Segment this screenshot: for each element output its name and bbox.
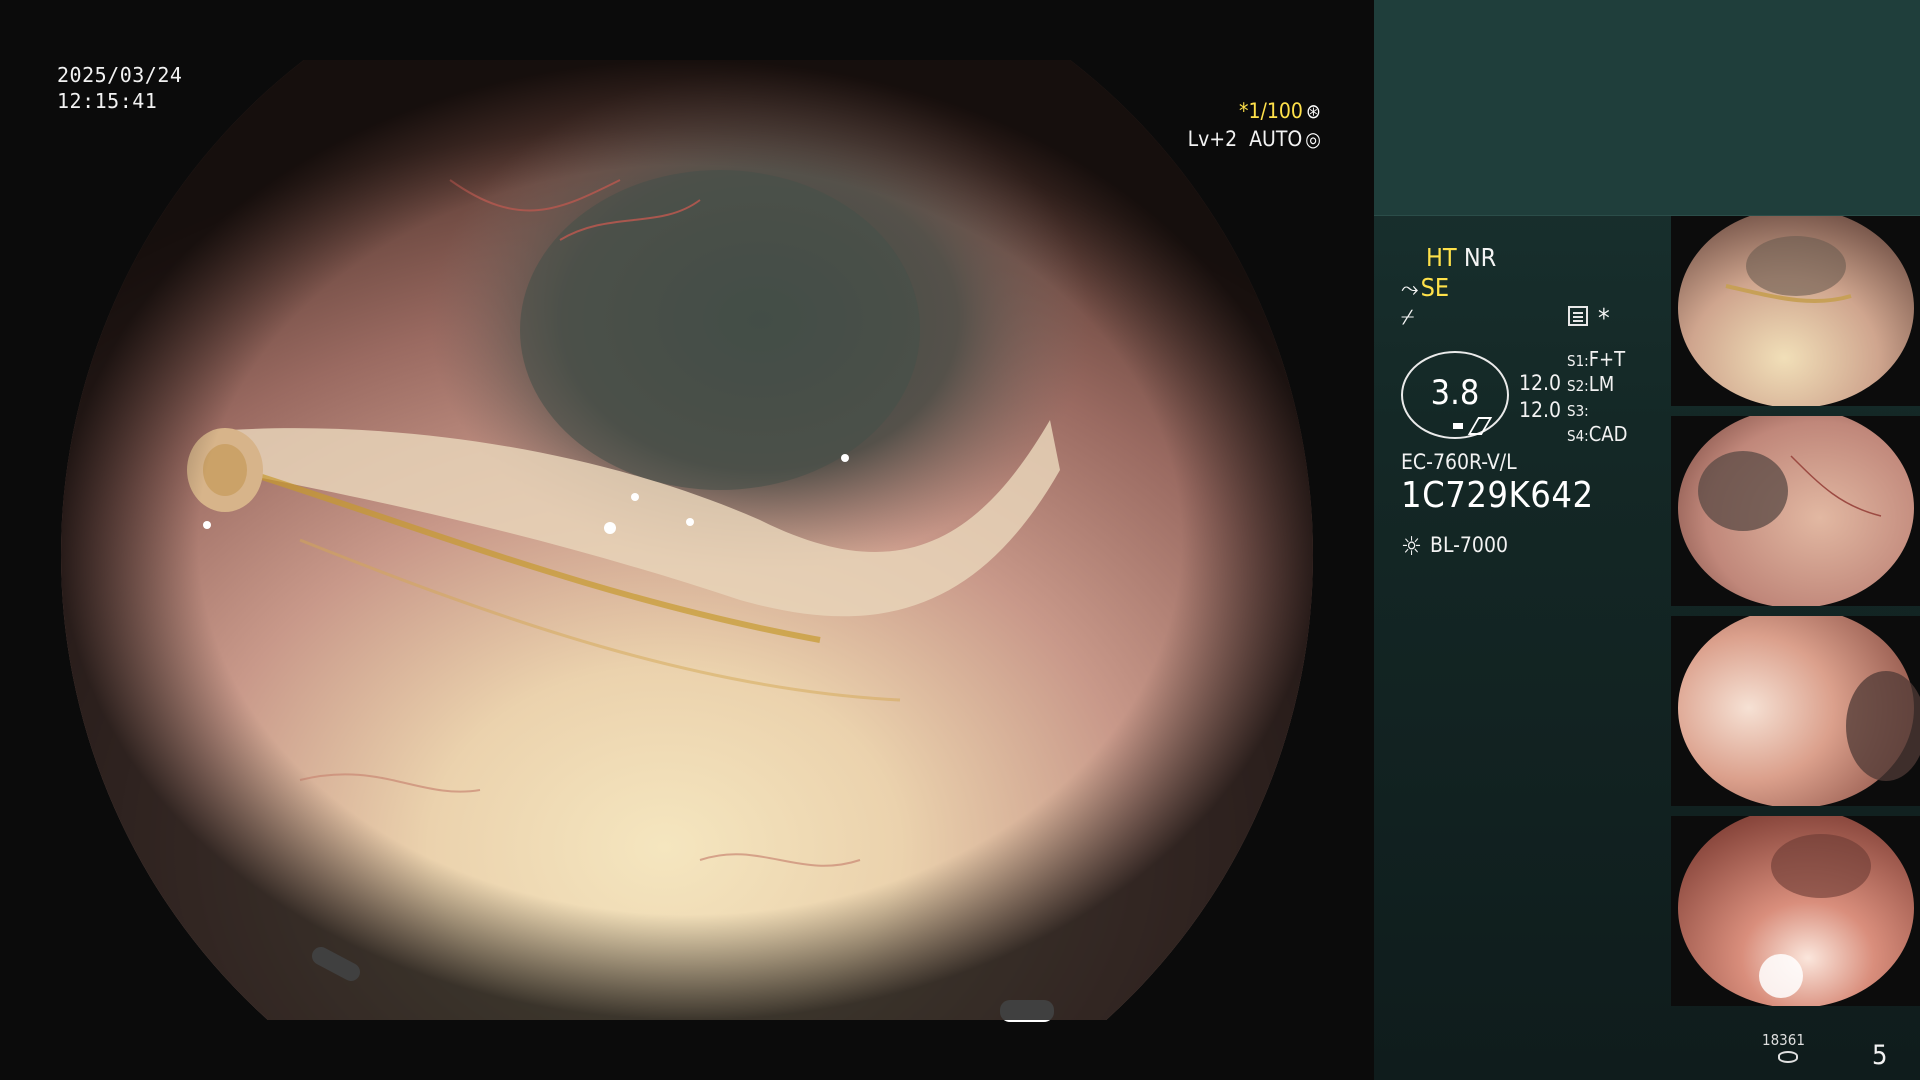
mode-se: SE bbox=[1420, 273, 1450, 302]
captured-thumbnail-4[interactable] bbox=[1671, 816, 1920, 1006]
scope-serial: 1C729K642 bbox=[1401, 475, 1594, 516]
info-panel: HT NR ⤳SE ⌿ * 3.8 12.0 12.0 S1:F+T S2:LM… bbox=[1374, 0, 1920, 1080]
shutter-speed: *1/100 ⊛ bbox=[1239, 99, 1321, 123]
captured-thumbnail-1[interactable] bbox=[1671, 216, 1920, 406]
switch-s2-value: LM bbox=[1588, 372, 1615, 396]
gauge-mark bbox=[1453, 423, 1463, 429]
date-text: 2025/03/24 bbox=[57, 63, 183, 87]
captured-thumbnail-2[interactable] bbox=[1671, 416, 1920, 606]
disk-icon bbox=[1778, 1051, 1798, 1063]
gauge-slash-icon bbox=[1467, 417, 1493, 435]
scope-icon: ⤳ bbox=[1401, 277, 1419, 302]
timestamp: 2025/03/24 12:15:41 bbox=[57, 62, 182, 114]
switch-s4: S4:CAD bbox=[1567, 422, 1627, 446]
endoscopic-image bbox=[0, 0, 1374, 1080]
scope-model: EC-760R-V/L bbox=[1401, 450, 1517, 474]
menu-icon bbox=[1568, 306, 1588, 326]
gauge-value: 3.8 bbox=[1430, 373, 1480, 413]
asterisk-icon: * bbox=[1598, 304, 1610, 334]
zoom-gauge: 3.8 bbox=[1401, 351, 1509, 439]
endoscope-main-view: 2025/03/24 12:15:41 *1/100 ⊛ Lv+2 AUTO ◎ bbox=[0, 0, 1374, 1080]
image-counter: 18361 bbox=[1762, 1031, 1805, 1049]
switch-s2: S2:LM bbox=[1567, 372, 1614, 396]
switch-s1: S1:F+T bbox=[1567, 347, 1625, 371]
switch-s2-key: S2: bbox=[1567, 377, 1589, 395]
light-source: ☼ BL-7000 bbox=[1401, 532, 1508, 562]
sun-icon: ☼ bbox=[1401, 532, 1422, 562]
switch-s3-key: S3: bbox=[1567, 402, 1589, 420]
mode-nr: NR bbox=[1463, 243, 1497, 272]
enhancement-level: Lv+2 AUTO ◎ bbox=[1188, 127, 1321, 151]
switch-s1-value: F+T bbox=[1588, 347, 1626, 371]
panel-header-area bbox=[1374, 0, 1920, 216]
switch-s4-value: CAD bbox=[1588, 422, 1628, 446]
captured-thumbnail-3[interactable] bbox=[1671, 616, 1920, 806]
switch-s3: S3: bbox=[1567, 397, 1589, 421]
shutter-text: *1/100 bbox=[1239, 99, 1303, 123]
aperture-icon: ⊛ bbox=[1305, 99, 1321, 123]
mode-row-3: ⌿ bbox=[1401, 301, 1416, 333]
auto-exposure-icon: ◎ bbox=[1305, 127, 1321, 151]
mode-row-1: HT NR bbox=[1426, 243, 1496, 273]
time-text: 12:15:41 bbox=[57, 89, 158, 113]
switch-s1-key: S1: bbox=[1567, 352, 1589, 370]
value-2: 12.0 bbox=[1519, 398, 1562, 422]
switch-s4-key: S4: bbox=[1567, 427, 1589, 445]
signal-icon: ⌿ bbox=[1401, 305, 1415, 330]
enhancement-text: Lv+2 AUTO bbox=[1187, 127, 1303, 151]
capture-count: 5 bbox=[1872, 1040, 1888, 1071]
mode-ht: HT bbox=[1426, 243, 1457, 272]
light-source-label: BL-7000 bbox=[1429, 533, 1508, 557]
value-1: 12.0 bbox=[1519, 371, 1562, 395]
